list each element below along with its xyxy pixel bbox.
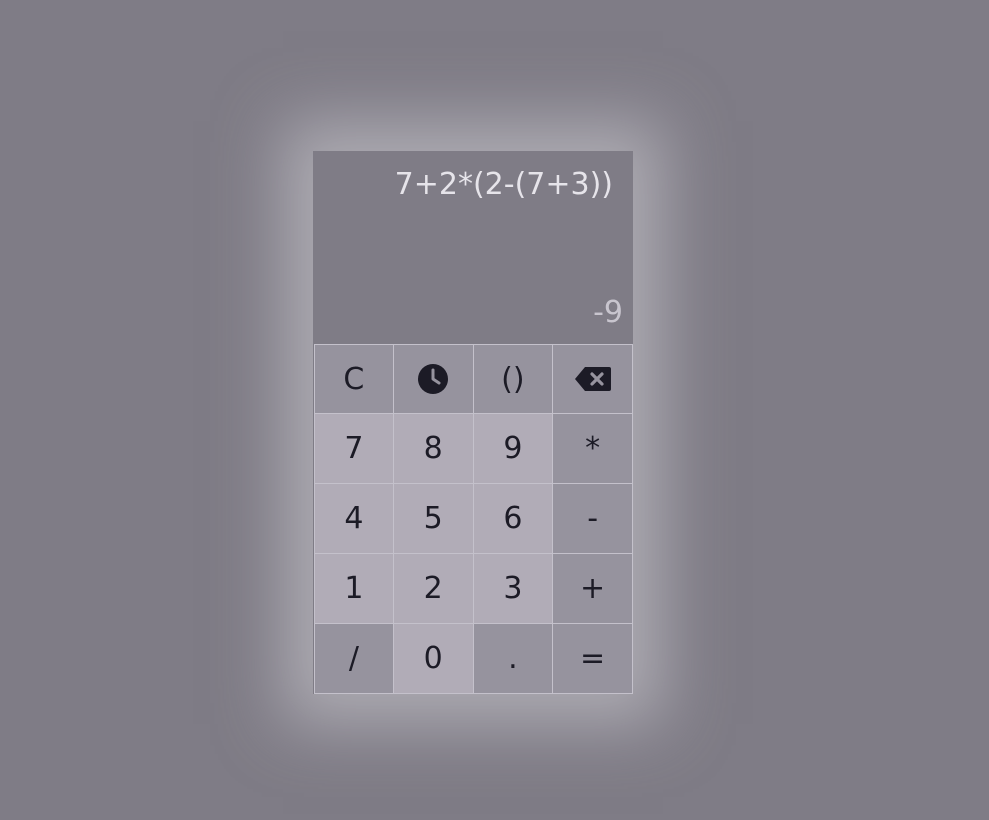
digit-1-button[interactable]: 1 [314,554,394,624]
parentheses-button[interactable]: () [473,344,554,414]
calculator: 7+2*(2-(7+3)) -9 C () 7 8 9 * 4 5 6 - 1 … [313,151,633,694]
display-panel: 7+2*(2-(7+3)) -9 [313,151,633,343]
minus-button[interactable]: - [553,484,633,554]
digit-4-button[interactable]: 4 [314,484,394,554]
clear-button[interactable]: C [314,344,394,414]
expression-display: 7+2*(2-(7+3)) [394,167,613,202]
digit-7-button[interactable]: 7 [314,414,394,484]
digit-6-button[interactable]: 6 [473,484,554,554]
backspace-icon [574,367,611,391]
decimal-button[interactable]: . [473,624,554,694]
clock-icon [418,364,449,394]
digit-9-button[interactable]: 9 [473,414,554,484]
divide-button[interactable]: / [314,624,394,694]
digit-0-button[interactable]: 0 [393,624,474,694]
backspace-button[interactable] [553,344,633,414]
multiply-button[interactable]: * [553,414,633,484]
history-button[interactable] [393,344,474,414]
plus-button[interactable]: + [553,554,633,624]
result-display: -9 [593,295,623,330]
digit-2-button[interactable]: 2 [393,554,474,624]
equals-button[interactable]: = [553,624,633,694]
digit-8-button[interactable]: 8 [393,414,474,484]
digit-5-button[interactable]: 5 [393,484,474,554]
keypad: C () 7 8 9 * 4 5 6 - 1 2 3 + / 0 . = [314,344,633,694]
digit-3-button[interactable]: 3 [473,554,554,624]
